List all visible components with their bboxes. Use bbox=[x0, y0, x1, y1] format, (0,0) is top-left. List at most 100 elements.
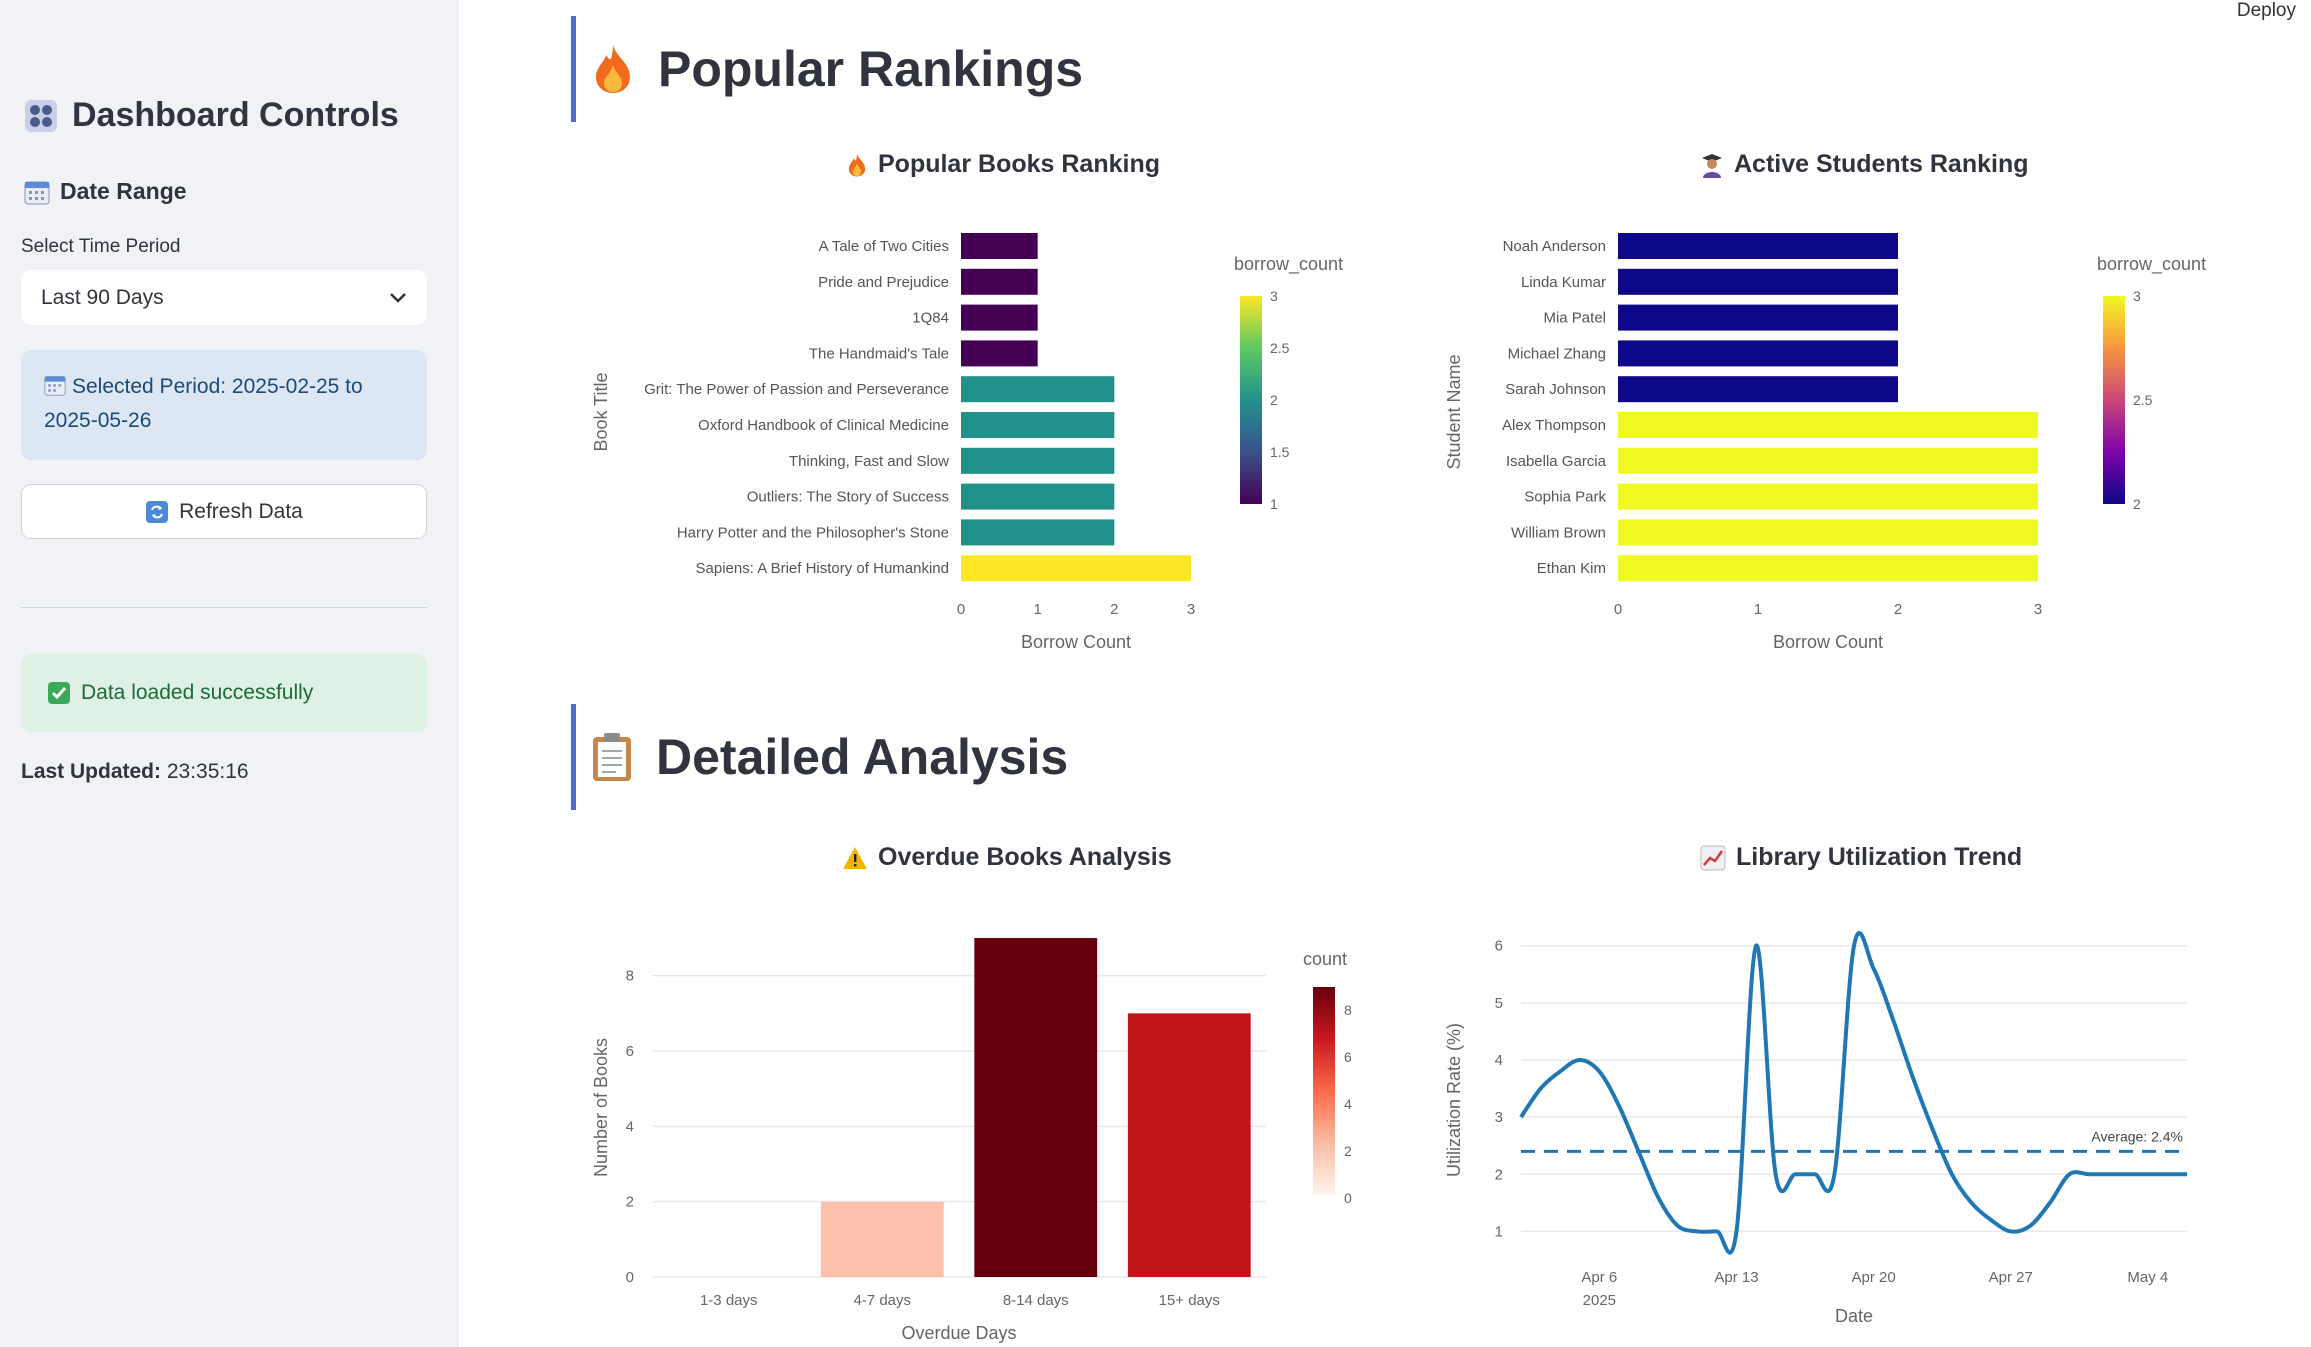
students-ranking-chart: Noah Anderson Linda Kumar Mia Patel Michael… bbox=[1444, 233, 2206, 652]
category-label: Thinking, Fast and Slow bbox=[789, 453, 949, 470]
overdue-chart: 0 2 4 6 8 1-3 days 4-7 days 8-14 days 15+ days Ov… bbox=[591, 938, 1352, 1343]
bar bbox=[961, 233, 1038, 259]
colorbar-tick: 4 bbox=[1344, 1096, 1352, 1112]
bar bbox=[1618, 233, 1898, 259]
trend-chart: 1 2 3 4 5 6 Apr 6 Apr 13 Apr 20 Apr 27 May 4 2025 Av… bbox=[1444, 931, 2188, 1326]
bar bbox=[1618, 483, 2038, 510]
clipboard-icon bbox=[590, 731, 634, 783]
colorbar-tick: 2 bbox=[1270, 392, 1278, 408]
category-label: A Tale of Two Cities bbox=[819, 238, 949, 255]
y-tick-label: 2 bbox=[626, 1194, 634, 1211]
last-updated: Last Updated: 23:35:16 bbox=[21, 760, 249, 784]
bar bbox=[1127, 1013, 1251, 1277]
control-knobs-icon bbox=[24, 99, 58, 133]
colorbar-title: borrow_count bbox=[1234, 254, 1343, 275]
y-axis-label: Student Name bbox=[1444, 354, 1464, 469]
calendar-icon bbox=[44, 374, 66, 396]
colorbar bbox=[1240, 296, 1262, 504]
period-select[interactable]: Last 90 Days bbox=[21, 270, 427, 325]
bar bbox=[961, 412, 1115, 438]
section-popular-rankings: Popular Rankings bbox=[571, 16, 1083, 122]
x-tick-label: May 4 bbox=[2127, 1269, 2168, 1286]
bar bbox=[1618, 268, 1898, 295]
bar bbox=[1618, 304, 1898, 331]
y-axis-label: Number of Books bbox=[591, 1038, 611, 1177]
bar bbox=[961, 304, 1038, 331]
colorbar bbox=[2103, 296, 2125, 504]
check-icon bbox=[47, 681, 71, 705]
bar bbox=[1618, 412, 2038, 438]
x-tick-label: Apr 13 bbox=[1714, 1269, 1758, 1286]
refresh-button[interactable]: Refresh Data bbox=[21, 484, 427, 539]
bar bbox=[961, 268, 1038, 295]
sidebar-title: Dashboard Controls bbox=[24, 96, 399, 135]
category-label: William Brown bbox=[1511, 524, 1606, 541]
x-tick-label: 0 bbox=[957, 601, 965, 618]
colorbar-tick: 8 bbox=[1344, 1002, 1352, 1018]
bar bbox=[1618, 340, 1898, 367]
bar bbox=[961, 483, 1115, 510]
sidebar-divider bbox=[21, 607, 427, 608]
student-icon bbox=[1700, 152, 1724, 178]
calendar-icon bbox=[24, 179, 50, 205]
deploy-button[interactable]: Deploy bbox=[2237, 0, 2296, 22]
x-tick-label: 3 bbox=[2034, 601, 2042, 618]
selected-period-text: Selected Period: 2025-02-25 to 2025-05-2… bbox=[44, 375, 363, 432]
colorbar-tick: 2 bbox=[2133, 496, 2141, 512]
category-label: Alex Thompson bbox=[1502, 417, 1606, 434]
bar bbox=[820, 1201, 944, 1277]
colorbar-tick: 0 bbox=[1344, 1190, 1352, 1206]
category-label: 1Q84 bbox=[912, 310, 949, 327]
bar bbox=[974, 938, 1098, 1277]
x-axis-label: Borrow Count bbox=[1773, 632, 1883, 652]
bar bbox=[1618, 447, 2038, 474]
x-tick-label: 2 bbox=[1110, 601, 1118, 618]
fire-icon bbox=[846, 152, 868, 178]
category-label: Mia Patel bbox=[1543, 310, 1606, 327]
average-label: Average: 2.4% bbox=[2091, 1128, 2183, 1144]
category-label: Michael Zhang bbox=[1508, 345, 1606, 362]
y-axis-label: Utilization Rate (%) bbox=[1444, 1023, 1464, 1177]
category-label: Harry Potter and the Philosopher's Stone bbox=[677, 524, 949, 541]
x-tick-label: 1-3 days bbox=[700, 1292, 758, 1309]
category-label: Linda Kumar bbox=[1521, 274, 1606, 291]
category-label: Oxford Handbook of Clinical Medicine bbox=[698, 417, 949, 434]
chart-increasing-icon bbox=[1700, 845, 1726, 871]
y-axis-label: Book Title bbox=[591, 372, 611, 451]
category-label: Sarah Johnson bbox=[1505, 381, 1606, 398]
x-tick-label: 2 bbox=[1894, 601, 1902, 618]
y-tick-label: 5 bbox=[1495, 995, 1503, 1012]
colorbar-tick: 1.5 bbox=[1270, 444, 1290, 460]
x-tick-label: 15+ days bbox=[1159, 1292, 1220, 1309]
colorbar-tick: 2 bbox=[1344, 1143, 1352, 1159]
y-tick-label: 2 bbox=[1495, 1166, 1503, 1183]
colorbar-tick: 6 bbox=[1344, 1049, 1352, 1065]
success-alert: Data loaded successfully bbox=[21, 654, 427, 732]
sidebar: Dashboard Controls Date Range Select Tim… bbox=[0, 0, 459, 1347]
category-label: Noah Anderson bbox=[1503, 238, 1606, 255]
refresh-label: Refresh Data bbox=[179, 499, 303, 523]
bar bbox=[961, 340, 1038, 367]
series-line bbox=[1519, 931, 2188, 1255]
x-tick-label: 4-7 days bbox=[853, 1292, 911, 1309]
colorbar-tick: 2.5 bbox=[2133, 392, 2153, 408]
bar bbox=[961, 519, 1115, 546]
y-tick-label: 4 bbox=[626, 1118, 634, 1135]
section-detailed-analysis: Detailed Analysis bbox=[571, 704, 1068, 810]
bar bbox=[1618, 376, 1898, 403]
overdue-chart-title: Overdue Books Analysis bbox=[842, 843, 1172, 872]
colorbar-tick: 2.5 bbox=[1270, 340, 1290, 356]
colorbar-tick: 1 bbox=[1270, 496, 1278, 512]
bar bbox=[961, 447, 1115, 474]
x-axis-label: Date bbox=[1835, 1306, 1873, 1326]
selected-period-info: Selected Period: 2025-02-25 to 2025-05-2… bbox=[21, 350, 427, 460]
category-label: Grit: The Power of Passion and Persevera… bbox=[644, 381, 949, 398]
students-chart-title: Active Students Ranking bbox=[1700, 150, 2029, 179]
y-tick-label: 6 bbox=[626, 1043, 634, 1060]
last-updated-value: 23:35:16 bbox=[166, 760, 249, 783]
x-tick-label: Apr 27 bbox=[1989, 1269, 2033, 1286]
chevron-down-icon bbox=[389, 286, 407, 310]
section-title: Popular Rankings bbox=[658, 41, 1084, 97]
bar bbox=[961, 376, 1115, 403]
y-tick-label: 0 bbox=[626, 1269, 634, 1286]
